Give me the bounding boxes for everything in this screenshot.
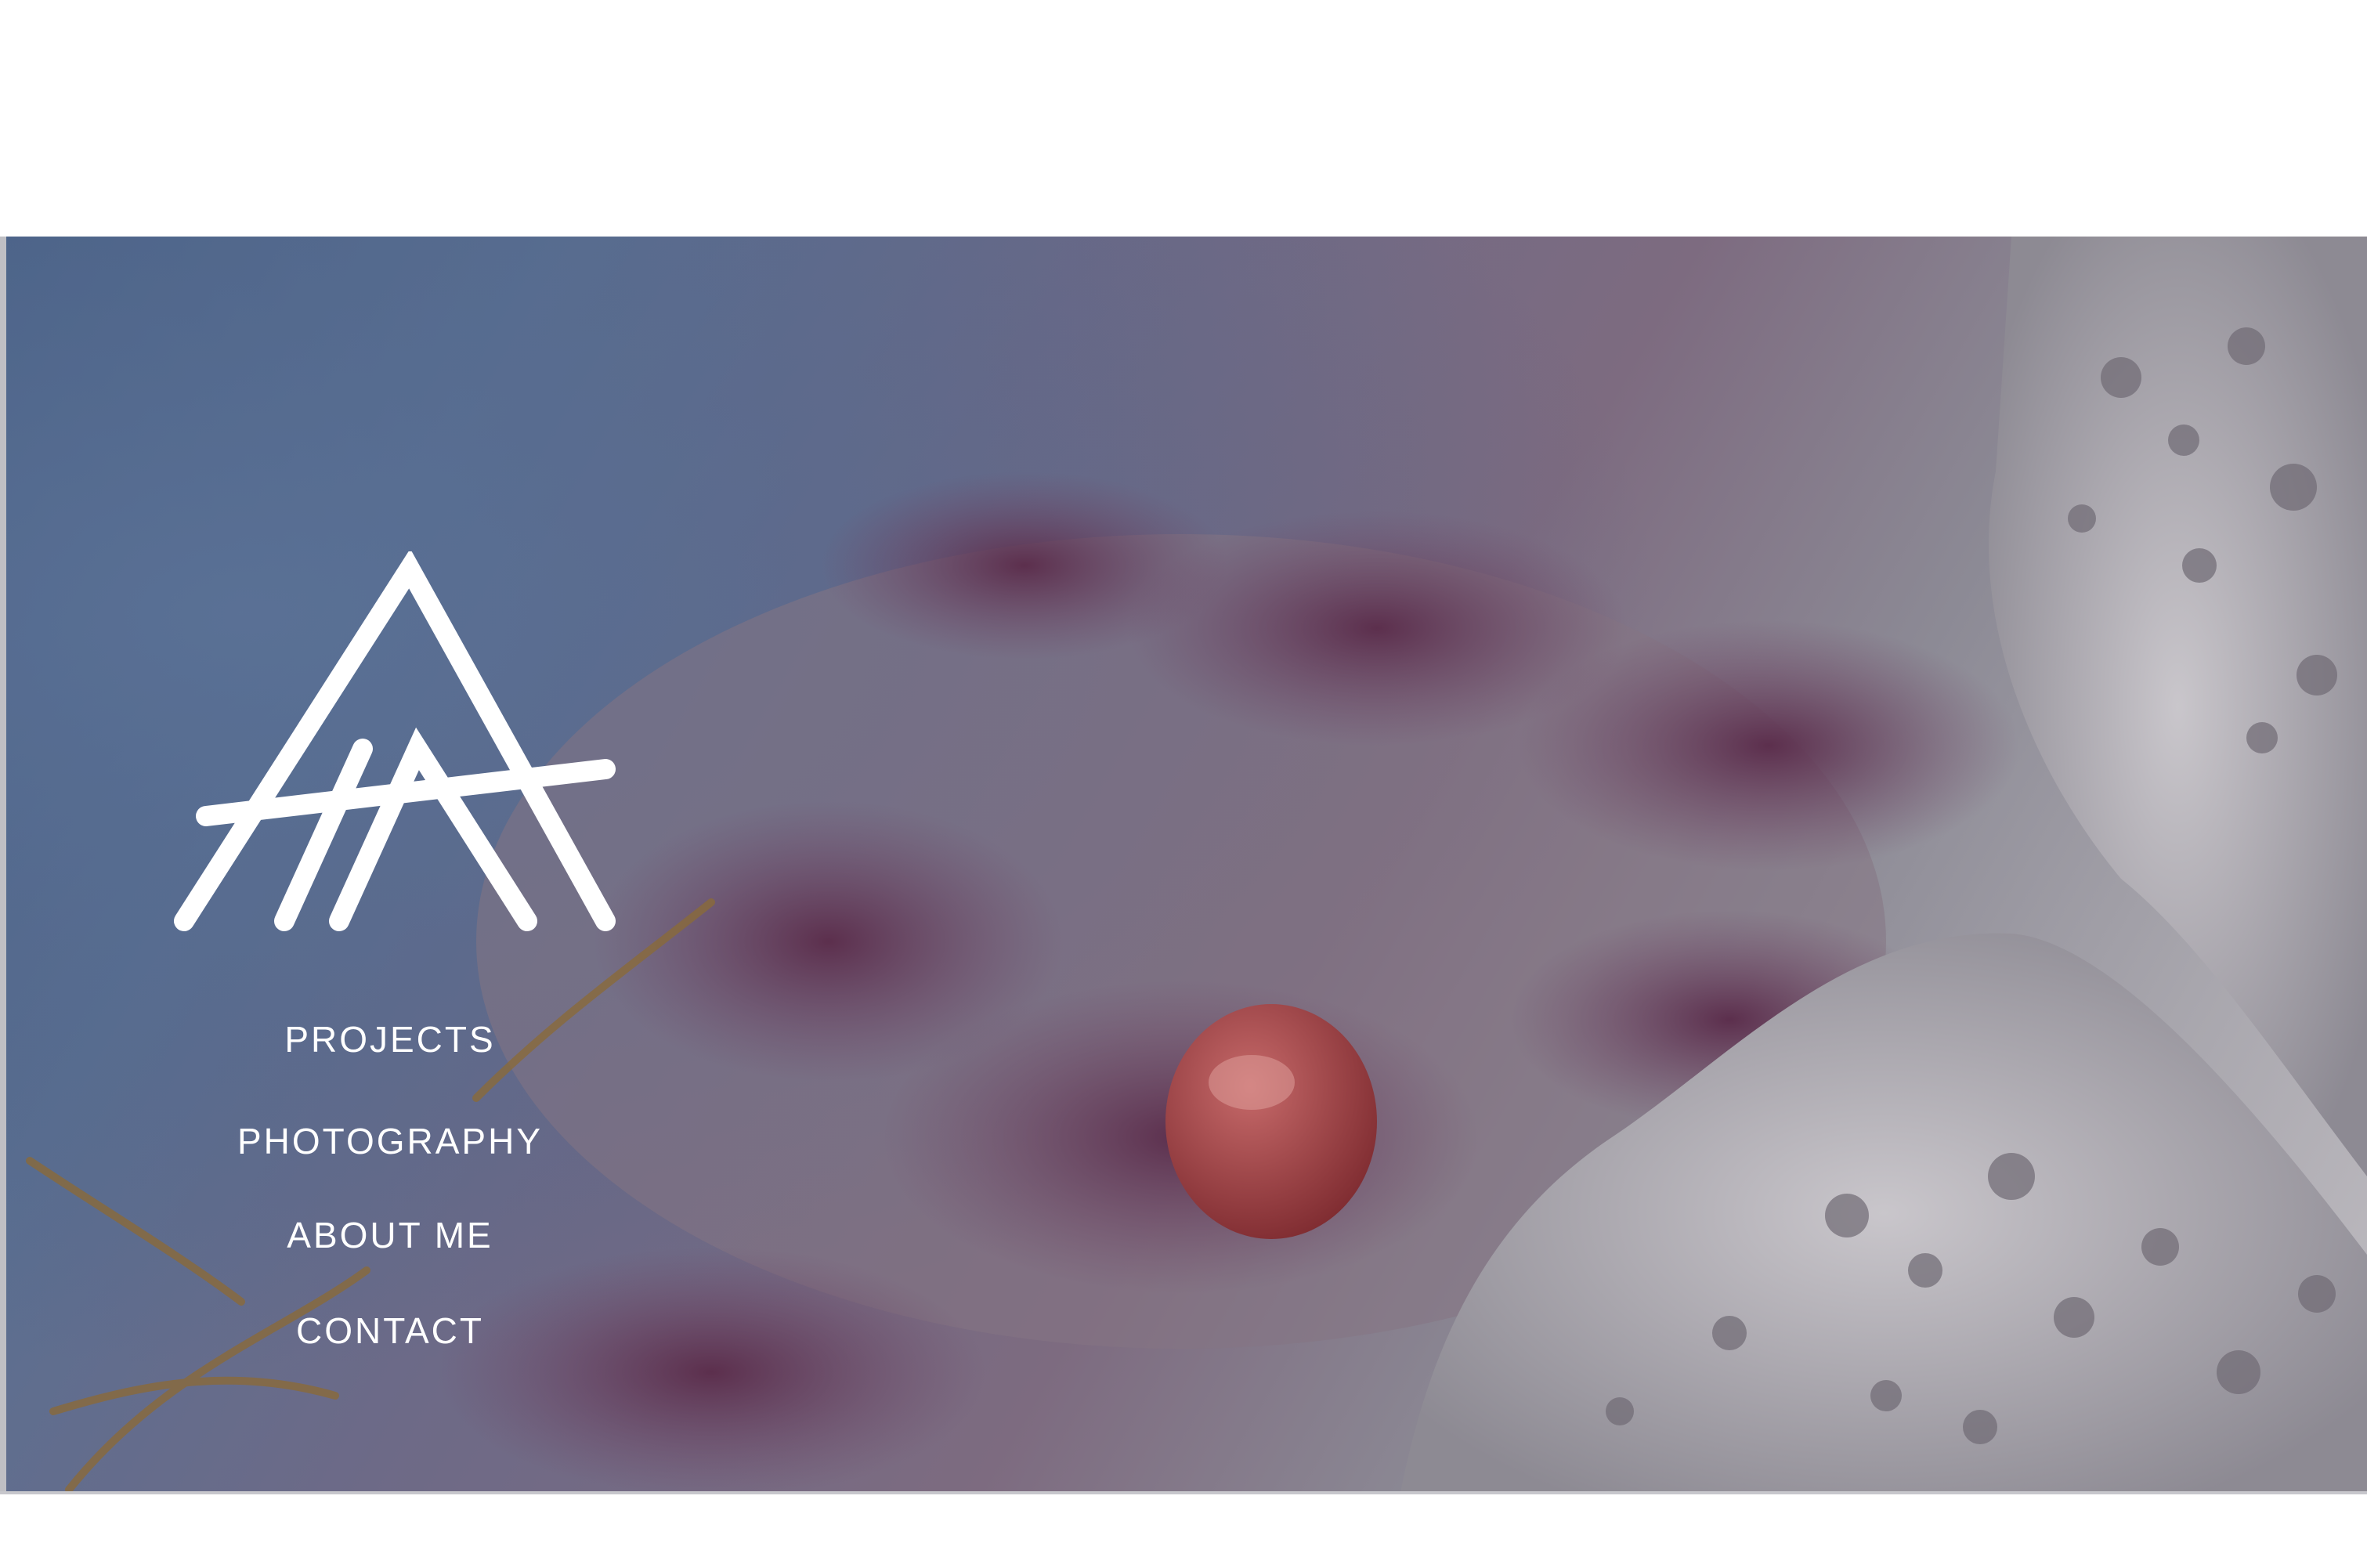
aa-monogram-logo[interactable] (167, 551, 617, 943)
nav-item-contact: CONTACT (163, 1307, 617, 1354)
hero-bottom-border (0, 1491, 2367, 1494)
nav-item-about-me: ABOUT ME (163, 1212, 617, 1259)
nav-item-projects: PROJECTS (163, 1016, 617, 1063)
nav-link-about-me[interactable]: ABOUT ME (163, 1212, 617, 1259)
nav-link-contact[interactable]: CONTACT (163, 1307, 617, 1354)
hero-left-border (0, 237, 6, 1493)
nav-item-photography: PHOTOGRAPHY (163, 1118, 617, 1165)
hero-banner: PROJECTS PHOTOGRAPHY ABOUT ME CONTACT (6, 237, 2367, 1493)
nav-link-photography[interactable]: PHOTOGRAPHY (163, 1118, 617, 1165)
nav-link-projects[interactable]: PROJECTS (163, 1016, 617, 1063)
